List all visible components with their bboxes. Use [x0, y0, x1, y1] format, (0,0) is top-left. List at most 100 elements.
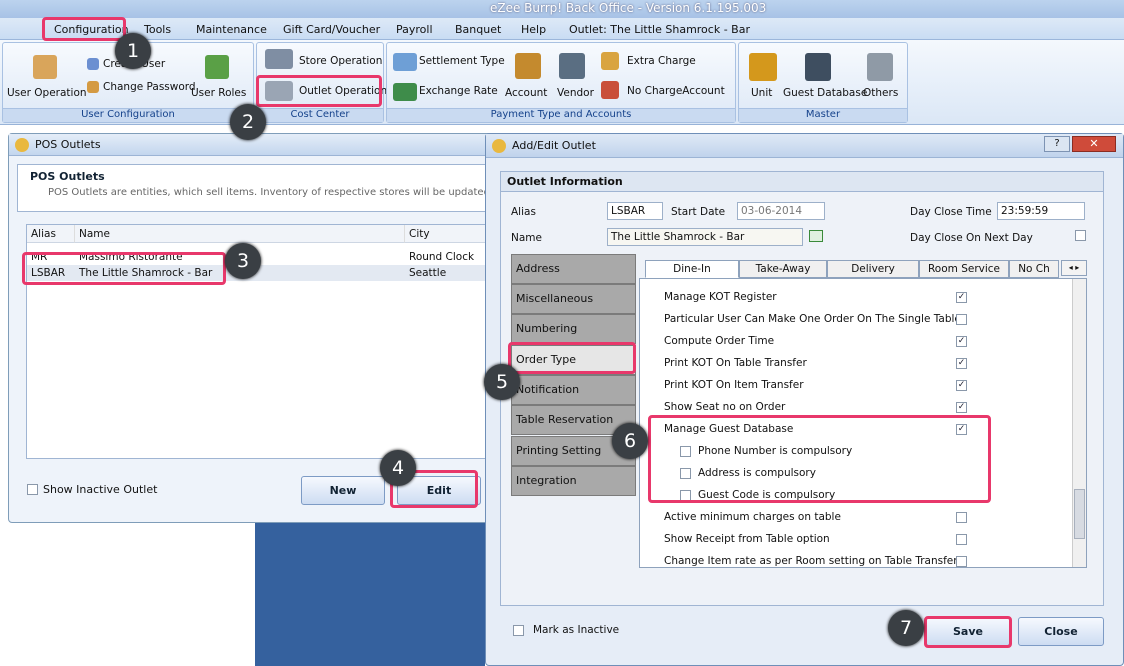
vendor-icon	[559, 53, 585, 79]
option-label: Show Seat no on Order	[664, 401, 786, 413]
option-checkbox[interactable]: ✓	[956, 402, 967, 413]
highlight-configuration	[42, 17, 126, 41]
user-roles-button[interactable]: User Roles	[191, 87, 246, 99]
calendar-icon[interactable]	[809, 230, 823, 242]
option-row[interactable]: Active minimum charges on table	[640, 509, 1070, 527]
option-row[interactable]: Show Receipt from Table option	[640, 531, 1070, 549]
account-button[interactable]: Account	[505, 87, 547, 99]
cell-city: Seattle	[409, 267, 447, 279]
step-badge-3: 3	[225, 243, 261, 279]
menu-payroll[interactable]: Payroll	[392, 21, 437, 38]
nav-notification[interactable]: Notification	[511, 375, 636, 405]
mark-inactive-checkbox[interactable]	[513, 625, 524, 636]
user-operation-icon	[33, 55, 57, 79]
group-label: Cost Center	[257, 108, 383, 122]
unit-button[interactable]: Unit	[751, 87, 772, 99]
tab-take-away[interactable]: Take-Away	[739, 260, 827, 278]
nav-address[interactable]: Address	[511, 254, 636, 284]
store-operation-button[interactable]: Store Operation	[299, 55, 382, 67]
window-title: Add/Edit Outlet	[512, 139, 596, 152]
menu-gift-card[interactable]: Gift Card/Voucher	[279, 21, 384, 38]
window-title-bar: Add/Edit Outlet ? ✕	[486, 134, 1123, 158]
option-row[interactable]: Manage KOT Register ✓	[640, 289, 1070, 307]
alias-field[interactable]: LSBAR	[607, 202, 663, 220]
scrollbar-thumb[interactable]	[1074, 489, 1085, 539]
column-header[interactable]: Alias	[27, 225, 75, 243]
options-scrollbar[interactable]	[1072, 279, 1086, 567]
tab-dine-in[interactable]: Dine-In	[645, 260, 739, 278]
guest-database-icon	[805, 53, 831, 81]
column-header[interactable]: City	[405, 225, 497, 243]
alias-label: Alias	[511, 206, 536, 218]
others-button[interactable]: Others	[863, 87, 898, 99]
show-inactive-label: Show Inactive Outlet	[43, 483, 158, 496]
day-close-time-field[interactable]: 23:59:59	[997, 202, 1085, 220]
start-date-label: Start Date	[671, 206, 726, 218]
side-nav: Address Miscellaneous Numbering Order Ty…	[511, 254, 639, 496]
option-label: Active minimum charges on table	[664, 511, 841, 523]
option-label: Print KOT On Table Transfer	[664, 357, 807, 369]
app-icon	[492, 139, 506, 153]
option-row[interactable]: Particular User Can Make One Order On Th…	[640, 311, 1070, 329]
settlement-icon	[393, 53, 417, 71]
guest-database-button[interactable]: Guest Database	[783, 87, 867, 99]
option-checkbox[interactable]	[956, 512, 967, 523]
menu-banquet[interactable]: Banquet	[451, 21, 505, 38]
option-checkbox[interactable]: ✓	[956, 358, 967, 369]
no-charge-account-button[interactable]: No ChargeAccount	[627, 85, 725, 97]
help-icon[interactable]: ?	[1044, 136, 1070, 152]
menu-maintenance[interactable]: Maintenance	[192, 21, 271, 38]
others-icon	[867, 53, 893, 81]
user-operation-button[interactable]: User Operation	[7, 87, 87, 99]
user-roles-icon	[205, 55, 229, 79]
day-close-next-checkbox[interactable]	[1075, 230, 1086, 241]
nav-integration[interactable]: Integration	[511, 466, 636, 496]
extra-charge-button[interactable]: Extra Charge	[627, 55, 696, 67]
exchange-rate-button[interactable]: Exchange Rate	[419, 85, 498, 97]
pos-outlets-window: POS Outlets POS Outlets POS Outlets are …	[8, 133, 498, 523]
option-label: Print KOT On Item Transfer	[664, 379, 804, 391]
tab-delivery[interactable]: Delivery	[827, 260, 919, 278]
option-row[interactable]: Compute Order Time ✓	[640, 333, 1070, 351]
column-header[interactable]: Name	[75, 225, 405, 243]
menu-help[interactable]: Help	[517, 21, 550, 38]
start-date-field[interactable]: 03-06-2014	[737, 202, 825, 220]
name-field[interactable]: The Little Shamrock - Bar	[607, 228, 803, 246]
nav-miscellaneous[interactable]: Miscellaneous	[511, 284, 636, 314]
option-checkbox[interactable]: ✓	[956, 292, 967, 303]
option-label: Show Receipt from Table option	[664, 533, 830, 545]
info-panel: POS Outlets POS Outlets are entities, wh…	[17, 164, 493, 212]
new-button[interactable]: New	[301, 476, 385, 505]
option-checkbox[interactable]: ✓	[956, 380, 967, 391]
tab-scroll-arrows[interactable]: ◂ ▸	[1061, 260, 1087, 276]
menu-tools[interactable]: Tools	[140, 21, 175, 38]
highlight-save	[924, 616, 1012, 648]
close-button[interactable]: Close	[1018, 617, 1104, 646]
option-label: Compute Order Time	[664, 335, 775, 347]
settlement-type-button[interactable]: Settlement Type	[419, 55, 505, 67]
extra-charge-icon	[601, 52, 619, 70]
close-icon[interactable]: ✕	[1072, 136, 1116, 152]
change-password-button[interactable]: Change Password	[103, 81, 196, 93]
option-row[interactable]: Print KOT On Table Transfer ✓	[640, 355, 1070, 373]
ribbon: User Operation Create User Change Passwo…	[0, 40, 1124, 125]
outlet-information-panel: Outlet Information Alias LSBAR Start Dat…	[500, 171, 1104, 636]
option-checkbox[interactable]	[956, 314, 967, 325]
store-icon	[265, 49, 293, 69]
tab-no-charge[interactable]: No Ch	[1009, 260, 1059, 278]
tab-room-service[interactable]: Room Service	[919, 260, 1009, 278]
change-password-icon	[87, 81, 99, 93]
option-checkbox[interactable]	[956, 556, 967, 567]
option-checkbox[interactable]	[956, 534, 967, 545]
nav-numbering[interactable]: Numbering	[511, 314, 636, 344]
add-edit-outlet-window: Add/Edit Outlet ? ✕ Outlet Information A…	[485, 133, 1124, 666]
option-row[interactable]: Change Item rate as per Room setting on …	[640, 553, 1070, 571]
show-inactive-checkbox[interactable]	[27, 484, 38, 495]
menu-bar: Configuration Tools Maintenance Gift Car…	[0, 18, 1124, 40]
vendor-button[interactable]: Vendor	[557, 87, 594, 99]
option-checkbox[interactable]: ✓	[956, 336, 967, 347]
highlight-outlet-row	[22, 252, 226, 285]
group-label: User Configuration	[3, 108, 253, 122]
option-row[interactable]: Print KOT On Item Transfer ✓	[640, 377, 1070, 395]
step-badge-2: 2	[230, 104, 266, 140]
